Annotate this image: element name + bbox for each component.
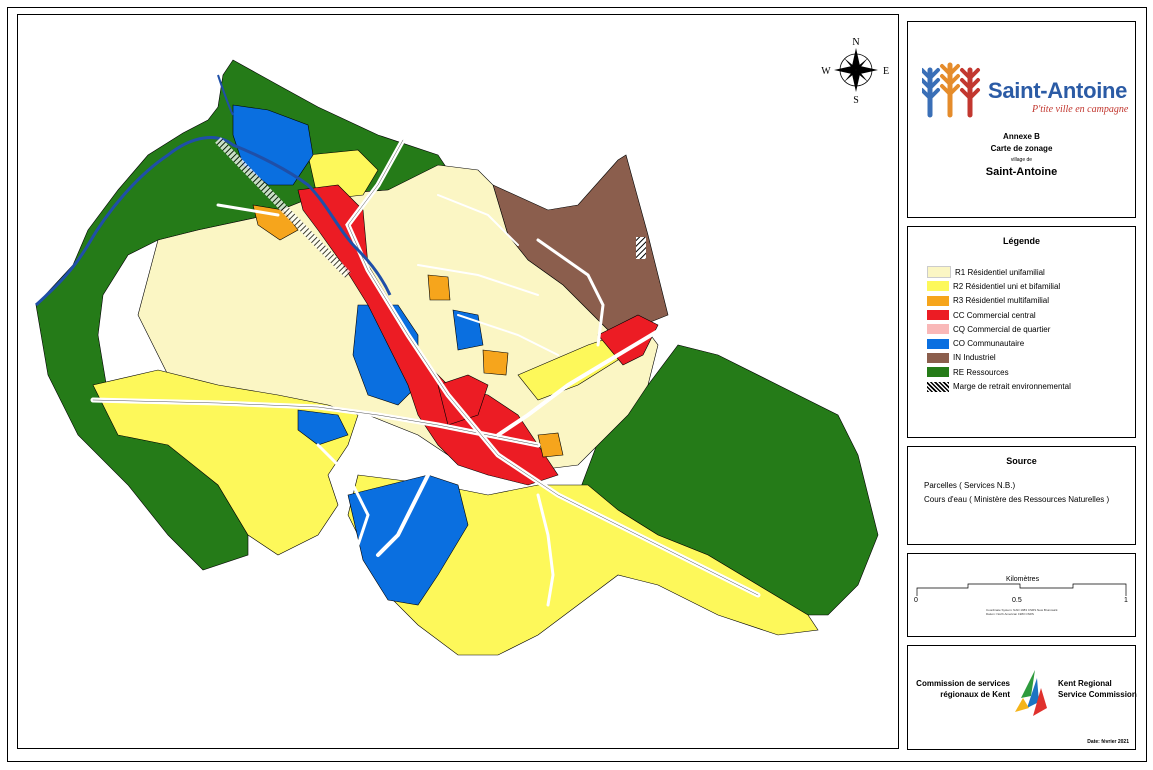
legend-item-co: CO Communautaire <box>927 336 1071 350</box>
legend-item-r2: R2 Résidentiel uni et bifamilial <box>927 279 1071 293</box>
logo-wordmark: Saint-Antoine <box>988 78 1128 103</box>
legend-item-re: RE Ressources <box>927 365 1071 379</box>
legend-swatch-cc <box>927 310 949 321</box>
legend-label: CQ Commercial de quartier <box>953 324 1051 334</box>
credit-panel: Commission de services régionaux de Kent… <box>907 645 1138 750</box>
legend-swatch-re <box>927 367 949 378</box>
scale-tick-half: 0.5 <box>1012 597 1022 604</box>
legend-label: CC Commercial central <box>953 310 1036 320</box>
legend-panel: Légende R1 Résidentiel unifamilial R2 Ré… <box>907 226 1136 438</box>
credit-en-line2: Service Commission <box>1058 690 1137 699</box>
compass-w-label: W <box>821 66 831 77</box>
legend-heading: Légende <box>1002 236 1040 246</box>
source-heading: Source <box>1006 456 1037 466</box>
kent-commission-logo-icon <box>1015 670 1047 716</box>
title-panel: Saint-Antoine P'tite ville en campagne A… <box>907 21 1136 218</box>
legend-label: CO Communautaire <box>953 339 1025 349</box>
wheat-logo-icon <box>922 62 980 118</box>
legend-item-marge: Marge de retrait environnemental <box>927 379 1071 393</box>
legend-swatch-r2 <box>927 281 949 292</box>
compass-rose-icon: N S E W <box>821 37 889 106</box>
legend-label: RE Ressources <box>953 367 1009 377</box>
logo-tagline: P'tite ville en campagne <box>1032 104 1129 115</box>
source-line-parcelles: Parcelles ( Services N.B.) <box>924 481 1016 490</box>
compass-n-label: N <box>852 37 859 48</box>
legend-label: IN Industriel <box>953 353 996 363</box>
legend-swatch-in <box>927 352 949 363</box>
legend-label: R2 Résidentiel uni et bifamilial <box>953 281 1061 291</box>
zoning-map[interactable]: N S E W <box>18 15 898 748</box>
legend-item-cc: CC Commercial central <box>927 308 1071 322</box>
legend-label: R1 Résidentiel unifamilial <box>955 267 1045 277</box>
scale-tick-1: 1 <box>1124 597 1128 604</box>
map-frame[interactable]: N S E W <box>17 14 899 749</box>
credit-fr-line1: Commission de services <box>916 679 1010 688</box>
legend-label: R3 Résidentiel multifamilial <box>953 296 1050 306</box>
legend-item-in: IN Industriel <box>927 351 1071 365</box>
compass-e-label: E <box>883 66 889 77</box>
scale-bar <box>916 583 1127 596</box>
source-panel: Source Parcelles ( Services N.B.) Cours … <box>907 446 1136 545</box>
legend-item-cq: CQ Commercial de quartier <box>927 322 1071 336</box>
legend-swatch-co <box>927 338 949 349</box>
credit-fr-line2: régionaux de Kent <box>940 690 1010 699</box>
scale-fine-print: Coordinate System: NAD 1983 CSRS New Bru… <box>986 608 1058 616</box>
village-label: village de <box>1010 157 1033 163</box>
map-title: Carte de zonage <box>990 144 1053 153</box>
credit-english: Kent Regional Service Commission <box>1058 678 1138 700</box>
scale-panel: Kilomètres 0 0.5 1 Coordinate System: NA… <box>907 553 1136 637</box>
legend-item-r3: R3 Résidentiel multifamilial <box>927 294 1071 308</box>
legend-list: R1 Résidentiel unifamilial R2 Résidentie… <box>927 265 1071 394</box>
scale-fine-print-2: Datum: North American 1983 CSRS <box>986 612 1034 616</box>
legend-item-r1: R1 Résidentiel unifamilial <box>927 265 1071 279</box>
credit-en-line1: Kent Regional <box>1058 679 1112 688</box>
compass-s-label: S <box>853 95 859 106</box>
scale-tick-0: 0 <box>914 597 918 604</box>
source-line-cours-eau: Cours d'eau ( Ministère des Ressources N… <box>924 495 1110 504</box>
credit-french: Commission de services régionaux de Kent <box>912 678 1010 700</box>
legend-swatch-r1 <box>927 266 951 279</box>
saint-antoine-logo: Saint-Antoine P'tite ville en campagne <box>922 60 1132 120</box>
legend-swatch-hatch <box>927 381 949 392</box>
map-date: Date: février 2021 <box>1087 739 1129 745</box>
legend-label: Marge de retrait environnemental <box>953 382 1071 392</box>
annexe-label: Annexe B <box>1003 132 1040 141</box>
legend-swatch-r3 <box>927 295 949 306</box>
legend-swatch-cq <box>927 324 949 335</box>
village-name: Saint-Antoine <box>985 166 1058 178</box>
